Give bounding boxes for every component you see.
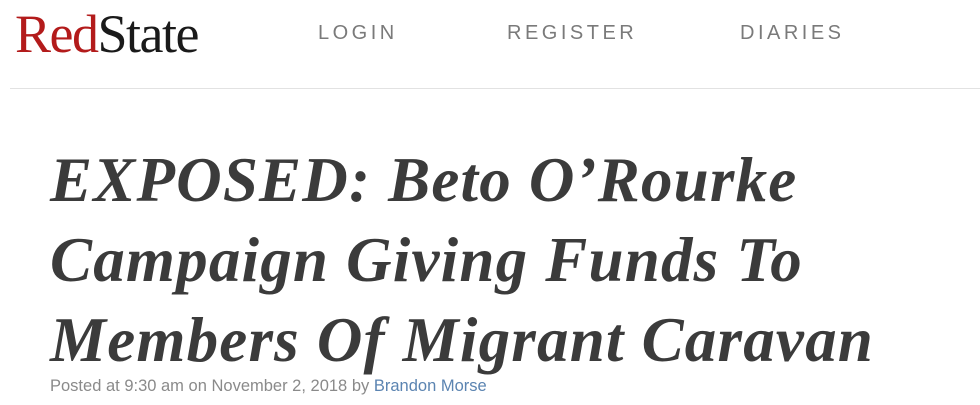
headline-line: Campaign Giving Funds To <box>50 225 803 295</box>
nav-register-link[interactable]: REGISTER <box>507 20 637 46</box>
site-header: RedState LOGIN REGISTER DIARIES <box>0 0 980 88</box>
logo-state-part: State <box>97 4 200 64</box>
nav-diaries-link[interactable]: DIARIES <box>740 20 845 46</box>
site-logo[interactable]: RedState <box>15 4 200 64</box>
article-headline: EXPOSED: Beto O’Rourke Campaign Giving F… <box>50 140 970 380</box>
byline-on-label: on <box>188 377 207 395</box>
logo-red-part: Red <box>15 4 99 64</box>
page: RedState LOGIN REGISTER DIARIES EXPOSED:… <box>0 0 980 405</box>
byline-time: 9:30 am <box>124 377 184 395</box>
nav-login-link[interactable]: LOGIN <box>318 20 398 46</box>
article-byline: Posted at 9:30 am on November 2, 2018 by… <box>50 375 487 397</box>
headline-line: EXPOSED: Beto O’Rourke <box>50 145 798 215</box>
header-divider <box>10 88 980 89</box>
author-link[interactable]: Brandon Morse <box>374 377 487 395</box>
byline-posted-label: Posted at <box>50 377 120 395</box>
byline-date: November 2, 2018 <box>211 377 348 395</box>
byline-by-label: by <box>351 377 370 395</box>
headline-line: Members Of Migrant Caravan <box>50 305 875 375</box>
